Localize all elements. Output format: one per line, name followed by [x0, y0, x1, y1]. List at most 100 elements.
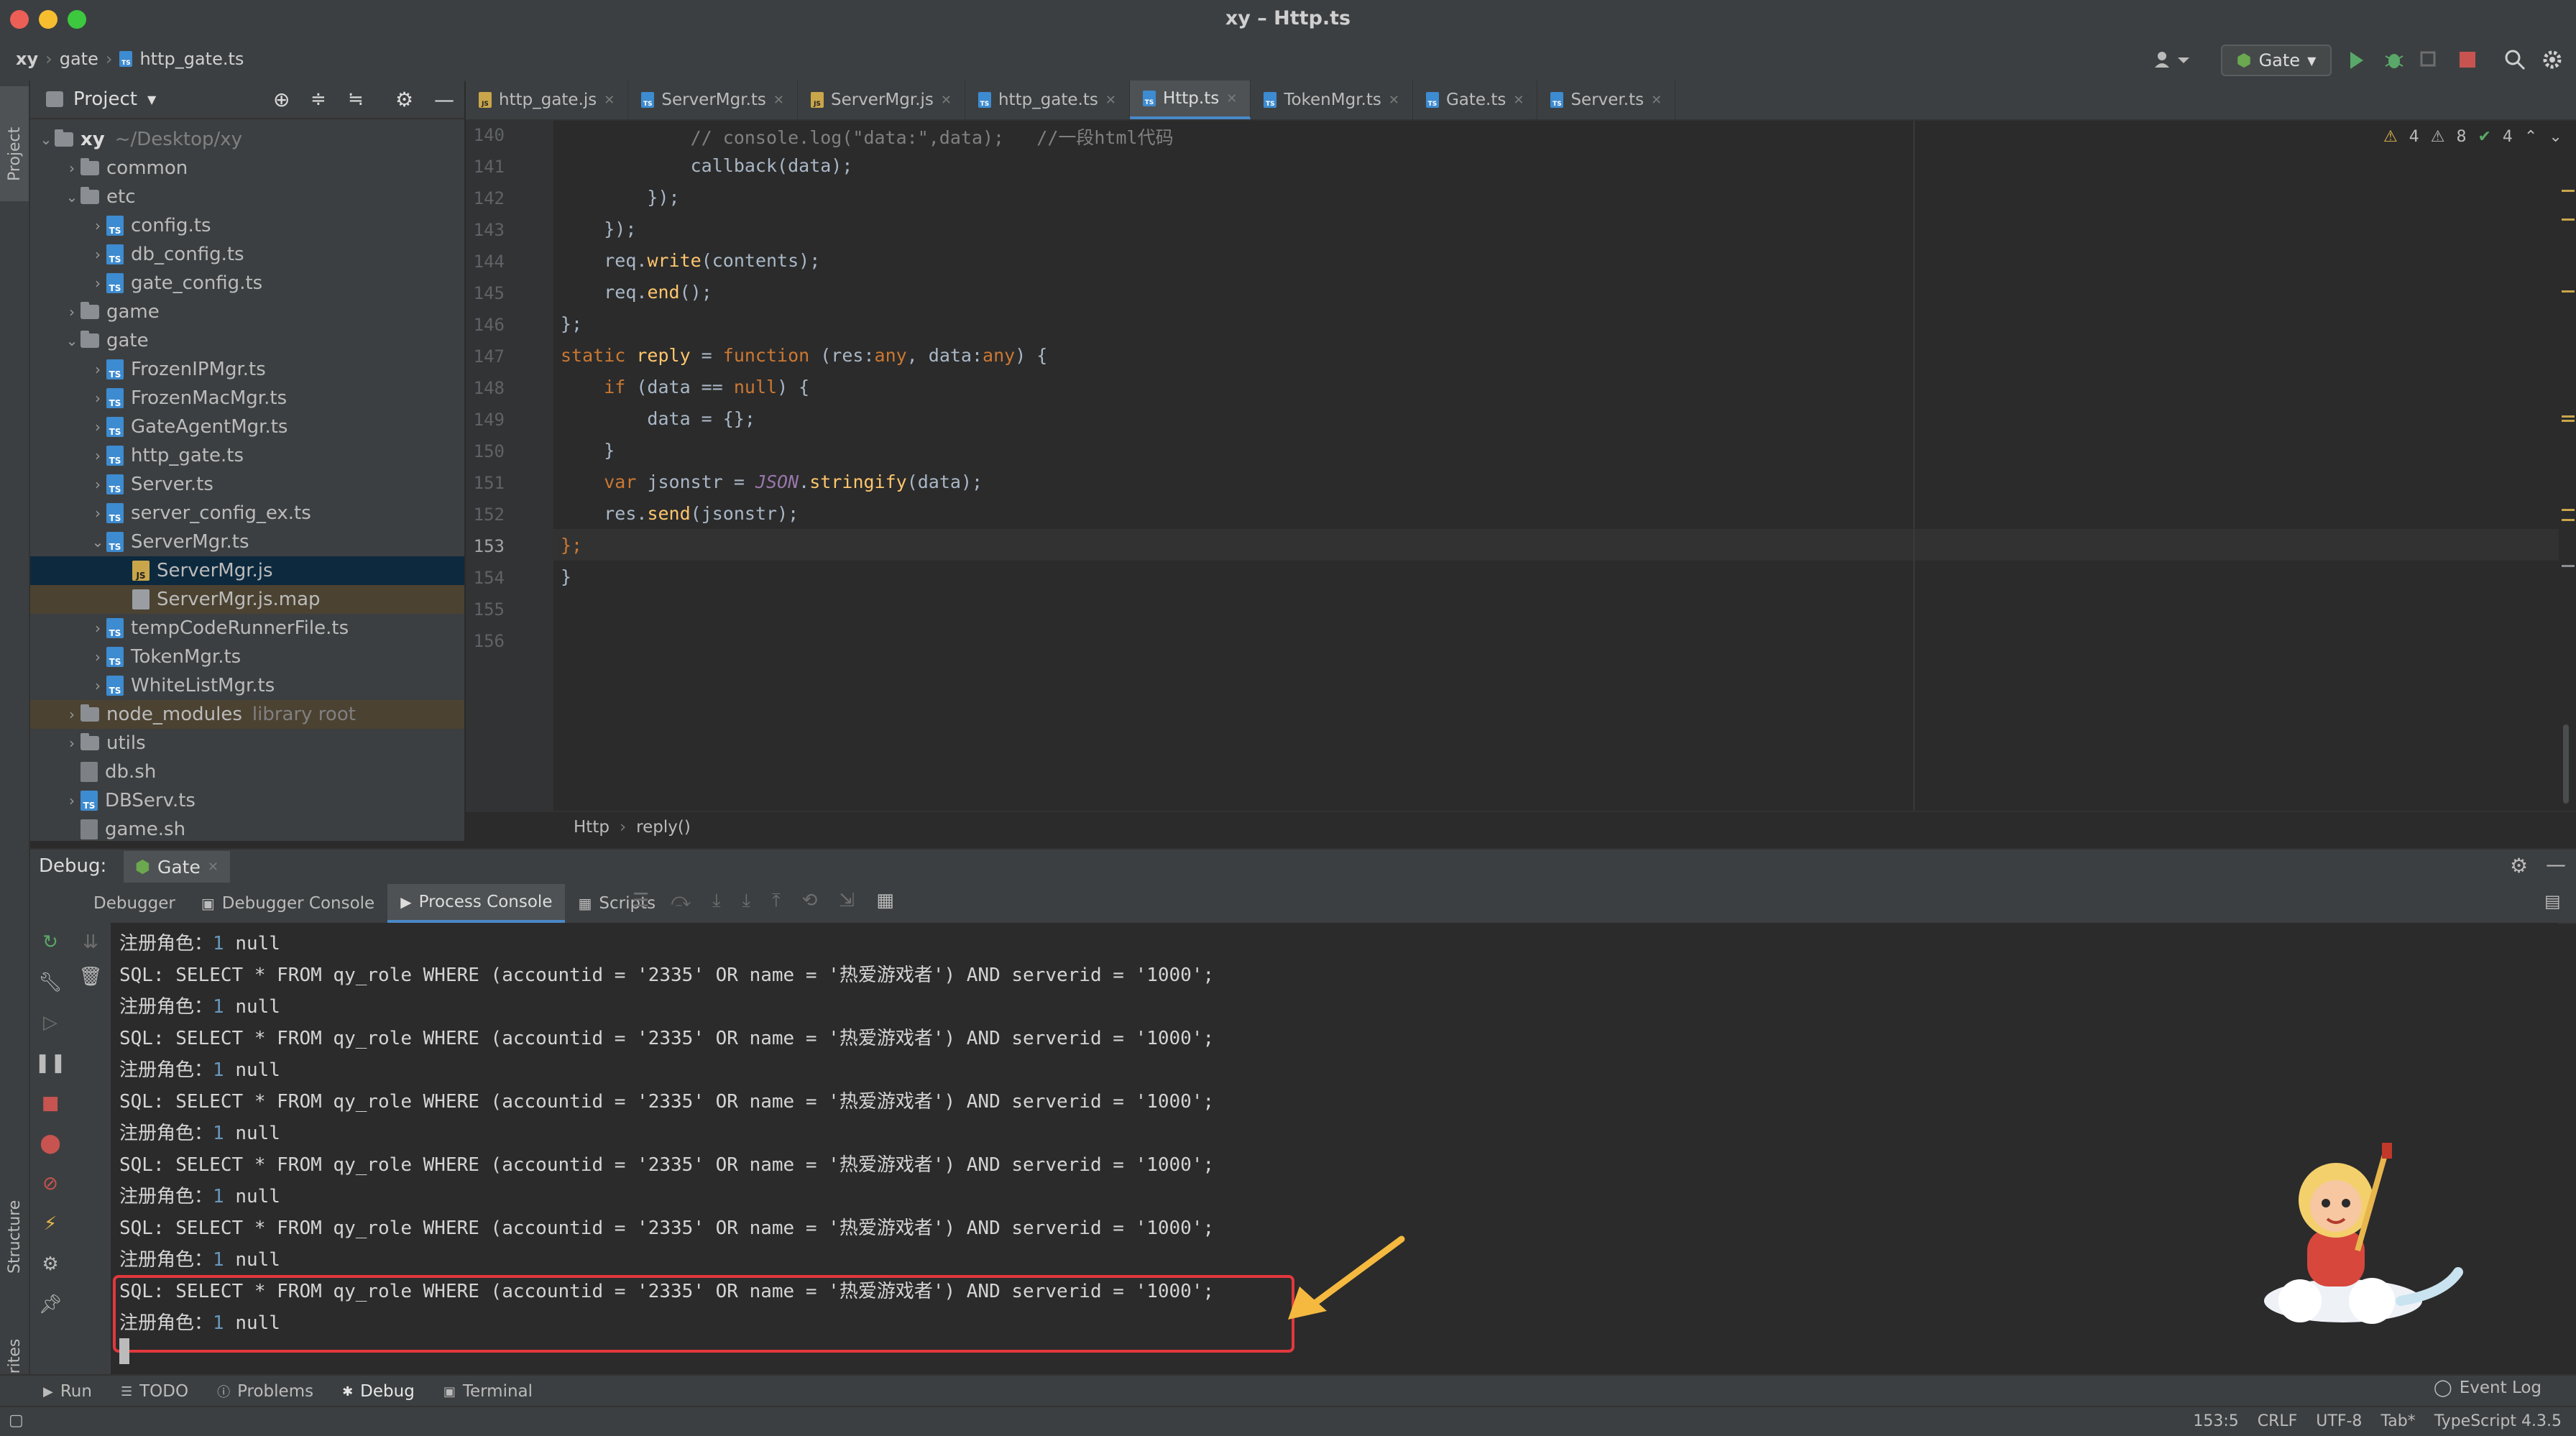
tree-item[interactable]: › TS server_config_ex.ts — [30, 499, 464, 528]
chevron-right-icon[interactable]: › — [63, 792, 80, 809]
tree-item[interactable]: › node_modules library root — [30, 700, 464, 729]
gear-icon[interactable]: ⚙ — [395, 88, 413, 111]
line-number[interactable]: 148 — [466, 378, 505, 398]
debug-icon[interactable] — [2383, 49, 2405, 70]
indent-setting[interactable]: Tab* — [2380, 1412, 2415, 1430]
tree-item[interactable]: ⌄ etc — [30, 183, 464, 211]
chevron-down-icon[interactable]: ⌄ — [89, 533, 106, 551]
line-number[interactable]: 149 — [466, 410, 505, 430]
mute-breakpoints-icon[interactable]: ⊘ — [42, 1173, 58, 1195]
stop-icon[interactable] — [2458, 50, 2477, 69]
file-encoding[interactable]: UTF-8 — [2316, 1412, 2362, 1430]
editor-tab[interactable]: JS http_gate.js ✕ — [466, 80, 629, 119]
tree-item[interactable]: ⌄ gate — [30, 326, 464, 355]
chevron-right-icon[interactable]: › — [89, 677, 106, 694]
line-number[interactable]: 154 — [466, 568, 505, 588]
scroll-to-end-icon[interactable]: ⇊ — [83, 931, 98, 953]
layout-icon[interactable]: ▤ — [2544, 891, 2561, 911]
line-separator[interactable]: CRLF — [2258, 1412, 2298, 1430]
run-to-cursor-icon[interactable]: ⇲ — [839, 890, 855, 912]
chevron-right-icon[interactable]: › — [63, 160, 80, 177]
pause-icon[interactable]: ❚❚ — [34, 1052, 66, 1074]
scrollbar-thumb[interactable] — [2563, 724, 2569, 804]
tool-window-button[interactable]: ✱ Debug — [342, 1382, 415, 1401]
breadcrumb-item[interactable]: http_gate.ts — [139, 49, 244, 69]
chevron-right-icon[interactable]: › — [89, 418, 106, 436]
close-icon[interactable]: ✕ — [1105, 93, 1116, 108]
tool-window-button[interactable]: ⓘ Problems — [217, 1382, 313, 1401]
chevron-right-icon[interactable]: › — [89, 275, 106, 292]
frames-icon[interactable]: ☰ — [632, 890, 649, 912]
chevron-right-icon[interactable]: › — [63, 735, 80, 752]
tree-item[interactable]: ⌄ TS ServerMgr.ts — [30, 528, 464, 556]
chevron-down-icon[interactable]: ▼ — [147, 93, 156, 106]
tree-item[interactable]: › TS FrozenMacMgr.ts — [30, 384, 464, 413]
chevron-down-icon[interactable]: ⌄ — [63, 332, 80, 349]
line-number[interactable]: 146 — [466, 315, 505, 335]
trash-icon[interactable]: 🗑︎ — [78, 966, 102, 988]
drop-frame-icon[interactable]: ⟲ — [802, 890, 818, 912]
tool-window-button[interactable]: ▶ Run — [43, 1382, 92, 1401]
run-configuration-selector[interactable]: ⬢ Gate ▼ — [2221, 45, 2332, 76]
line-number[interactable]: 150 — [466, 441, 505, 461]
editor-tab[interactable]: TS Server.ts ✕ — [1537, 80, 1676, 119]
tool-window-button[interactable]: ▣ Terminal — [443, 1382, 533, 1401]
debug-session-tab[interactable]: ⬢ Gate ✕ — [124, 851, 230, 883]
step-over-icon[interactable]: ⤼ — [671, 890, 691, 912]
tree-item[interactable]: › TS config.ts — [30, 211, 464, 240]
tree-root[interactable]: ⌄ xy ~/Desktop/xy — [30, 125, 464, 154]
search-icon[interactable] — [2504, 49, 2526, 70]
project-view-selector[interactable]: Project — [73, 88, 137, 110]
resume-icon[interactable]: ▷ — [43, 1012, 58, 1034]
line-number[interactable]: 156 — [466, 631, 505, 651]
user-icon[interactable] — [2153, 50, 2194, 70]
editor-tab[interactable]: TS ServerMgr.ts ✕ — [628, 80, 798, 119]
chevron-right-icon[interactable]: › — [89, 361, 106, 378]
language-service[interactable]: TypeScript 4.3.5 — [2434, 1412, 2562, 1430]
chevron-down-icon[interactable]: ⌄ — [37, 131, 55, 148]
hide-icon[interactable]: — — [2546, 852, 2566, 876]
rerun-icon[interactable]: ↻ — [42, 931, 58, 953]
inspection-widget[interactable]: ⚠ 4 ⚠ 8 ✔ 4 ⌃ ⌄ — [2383, 128, 2562, 146]
editor-tab[interactable]: TS TokenMgr.ts ✕ — [1251, 80, 1413, 119]
close-icon[interactable]: ✕ — [1389, 93, 1399, 108]
wrench-icon[interactable]: 🔧︎ — [38, 972, 62, 993]
gear-icon[interactable]: ⚙ — [42, 1253, 58, 1275]
close-icon[interactable]: ✕ — [208, 860, 218, 875]
tree-item[interactable]: › TS TokenMgr.ts — [30, 643, 464, 671]
code-editor[interactable]: // console.log("data:",data); //一段html代码… — [553, 121, 2559, 811]
tree-item[interactable]: › TS FrozenIPMgr.ts — [30, 355, 464, 384]
tool-window-button[interactable]: ☰ TODO — [121, 1382, 188, 1401]
chevron-right-icon[interactable]: › — [89, 217, 106, 234]
close-icon[interactable]: ✕ — [604, 93, 615, 108]
line-number[interactable]: 155 — [466, 599, 505, 620]
step-into-icon[interactable]: ⤓ — [712, 890, 721, 912]
tree-item[interactable]: › TS GateAgentMgr.ts — [30, 413, 464, 441]
gear-icon[interactable] — [2542, 49, 2563, 70]
tree-item[interactable]: › TS DBServ.ts — [30, 786, 464, 815]
gear-icon[interactable]: ⚙ — [2510, 854, 2528, 878]
line-number[interactable]: 147 — [466, 346, 505, 367]
tree-item[interactable]: › TS gate_config.ts — [30, 269, 464, 298]
tree-item[interactable]: ServerMgr.js.map — [30, 585, 464, 614]
event-log-button[interactable]: ◯ Event Log — [2434, 1379, 2542, 1397]
chevron-right-icon[interactable]: › — [89, 476, 106, 493]
expand-all-icon[interactable]: ≑ — [310, 88, 326, 110]
chevron-right-icon[interactable]: › — [89, 246, 106, 263]
step-out-icon[interactable]: ⤒ — [772, 890, 781, 912]
force-step-into-icon[interactable]: ⤓ — [742, 890, 751, 912]
tree-item[interactable]: db.sh — [30, 758, 464, 786]
toggle-tool-windows-icon[interactable]: ▢ — [9, 1412, 24, 1430]
close-icon[interactable]: ✕ — [1651, 93, 1662, 108]
tree-item[interactable]: JS ServerMgr.js — [30, 556, 464, 585]
tree-item[interactable]: › TS tempCodeRunnerFile.ts — [30, 614, 464, 643]
chevron-down-icon[interactable]: ⌄ — [63, 188, 80, 206]
editor-tab[interactable]: TS Http.ts ✕ — [1129, 80, 1251, 119]
debug-tab[interactable]: ▣ Debugger Console — [188, 884, 387, 923]
editor-tab[interactable]: TS Gate.ts ✕ — [1413, 80, 1538, 119]
coverage-icon[interactable] — [2419, 50, 2439, 70]
close-icon[interactable]: ✕ — [773, 93, 784, 108]
tree-item[interactable]: game.sh — [30, 815, 464, 841]
editor-breadcrumb-method[interactable]: reply() — [636, 818, 691, 837]
tree-item[interactable]: › TS http_gate.ts — [30, 441, 464, 470]
